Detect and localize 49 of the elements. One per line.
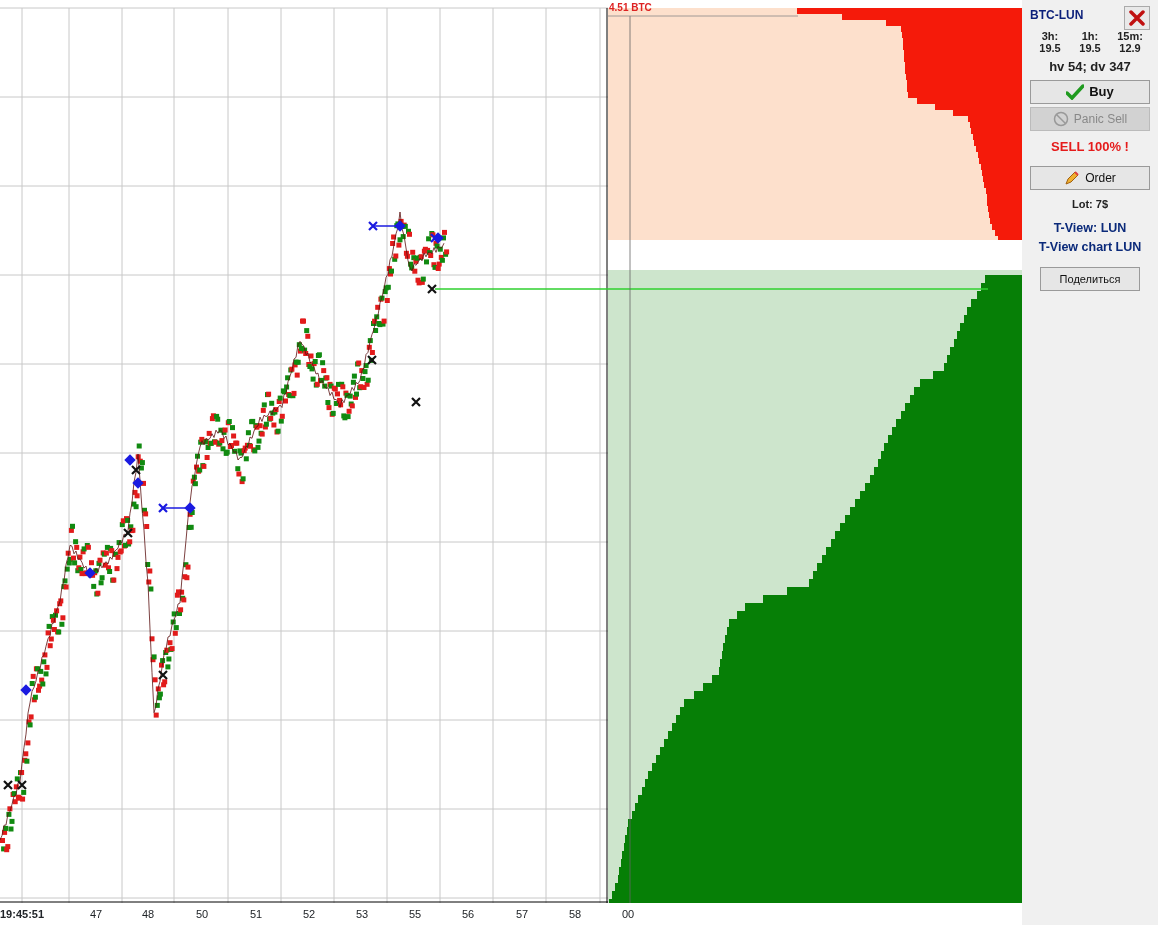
share-button[interactable]: Поделиться (1039, 267, 1141, 292)
diamond-marker (184, 502, 196, 514)
axis-label: 55 (409, 907, 422, 922)
axis-label: 00 (622, 907, 635, 922)
cross-marker (122, 527, 134, 539)
axis-label: 53 (356, 907, 369, 922)
axis-label: 57 (516, 907, 529, 922)
cross-marker (366, 354, 378, 366)
checkmark-icon (1066, 83, 1085, 100)
axis-label: 50 (196, 907, 209, 922)
stat-label: 3h: (1040, 30, 1060, 43)
stat-value: 19.5 (1038, 42, 1062, 55)
stat-label: 15m: (1116, 30, 1144, 43)
cross-marker (157, 502, 169, 514)
axis-label: 47 (90, 907, 103, 922)
axis-label: 51 (250, 907, 263, 922)
pair-title: BTC-LUN (1030, 7, 1084, 24)
stat-value: 19.5 (1078, 42, 1102, 55)
cross-marker (2, 779, 14, 791)
axis-label: 56 (462, 907, 475, 922)
close-icon (1129, 10, 1145, 26)
time-label: 19:45:51 (0, 907, 45, 922)
diamond-marker (394, 220, 406, 232)
diamond-marker (84, 567, 96, 579)
stat-label: 1h: (1080, 30, 1100, 43)
diamond-marker (132, 477, 144, 489)
cross-marker (410, 396, 422, 408)
stat-value: 12.9 (1118, 42, 1142, 55)
diamond-marker (20, 684, 32, 696)
axis-label: 58 (569, 907, 582, 922)
cross-marker (16, 779, 28, 791)
cross-marker (157, 669, 169, 681)
sell-signal-label: SELL 100% ! (1050, 137, 1130, 156)
cross-marker (130, 464, 142, 476)
axis-label: 48 (142, 907, 155, 922)
pencil-icon (1064, 170, 1081, 187)
close-button[interactable] (1124, 6, 1150, 30)
cross-marker (367, 220, 379, 232)
volatility-text: hv 54; dv 347 (1048, 58, 1132, 77)
buy-button[interactable]: Buy (1030, 79, 1150, 104)
tview-link[interactable]: T-View: LUN (1024, 218, 1156, 238)
lot-text: Lot: 7$ (1070, 197, 1110, 213)
tview-link[interactable]: T-View chart LUN (1024, 238, 1156, 258)
order-button[interactable]: Order (1030, 166, 1150, 191)
diamond-marker (124, 454, 136, 466)
axis-label: 52 (303, 907, 316, 922)
volume-label: 4.51 BTC (609, 3, 652, 13)
forbidden-icon (1052, 110, 1069, 127)
cross-marker (426, 283, 438, 295)
